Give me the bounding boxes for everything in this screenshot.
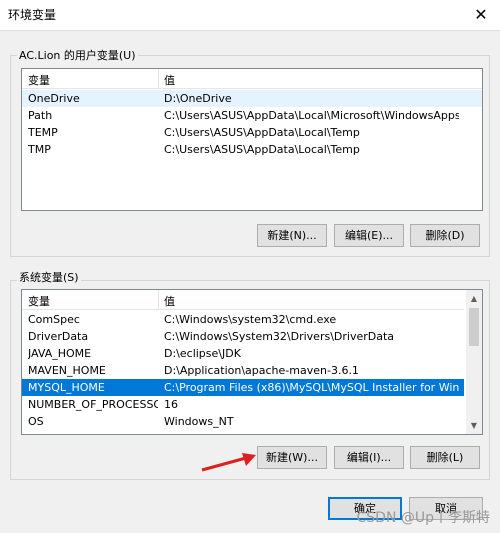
system-new-button[interactable]: 新建(W)... xyxy=(257,446,327,469)
system-variables-list[interactable]: 变量 值 ComSpec C:\Windows\system32\cmd.exe… xyxy=(21,289,483,435)
list-item[interactable]: MAVEN_HOME D:\Application\apache-maven-3… xyxy=(22,362,464,379)
list-item[interactable]: DriverData C:\Windows\System32\Drivers\D… xyxy=(22,328,464,345)
title-bar: 环境变量 ✕ xyxy=(0,0,500,31)
scroll-thumb[interactable] xyxy=(469,308,479,346)
user-variables-list[interactable]: 变量 值 OneDrive D:\OneDrive Path C:\Users\… xyxy=(21,68,483,211)
list-item[interactable]: TEMP C:\Users\ASUS\AppData\Local\Temp xyxy=(22,124,482,141)
variable-name: MYSQL_HOME xyxy=(28,381,105,394)
list-item[interactable]: NUMBER_OF_PROCESSORS 16 xyxy=(22,396,464,413)
list-item[interactable]: TMP C:\Users\ASUS\AppData\Local\Temp xyxy=(22,141,482,158)
variable-value: C:\Program Files (x86)\MySQL\MySQL Insta… xyxy=(164,381,459,394)
column-divider[interactable] xyxy=(158,290,159,309)
variable-name: JAVA_HOME xyxy=(28,347,92,360)
variable-name: MAVEN_HOME xyxy=(28,364,106,377)
variable-value: C:\Users\ASUS\AppData\Local\Temp xyxy=(164,143,360,156)
variable-value: D:\OneDrive xyxy=(164,92,232,105)
user-edit-button[interactable]: 编辑(E)... xyxy=(334,224,404,247)
variable-value: C:\Windows\System32\Drivers\DriverData xyxy=(164,330,395,343)
user-delete-button[interactable]: 删除(D) xyxy=(410,224,480,247)
list-item[interactable]: OneDrive D:\OneDrive xyxy=(22,90,482,107)
variable-name: DriverData xyxy=(28,330,89,343)
environment-variables-dialog: 环境变量 ✕ AC.Lion 的用户变量(U) 变量 值 OneDrive D:… xyxy=(0,0,500,533)
list-header: 变量 值 xyxy=(22,290,464,310)
variable-value: 16 xyxy=(164,398,178,411)
variable-value: D:\eclipse\JDK xyxy=(164,347,241,360)
column-divider[interactable] xyxy=(158,69,159,88)
system-variables-label: 系统变量(S) xyxy=(17,269,81,285)
annotation-arrow-icon xyxy=(201,453,256,472)
variable-value: D:\Application\apache-maven-3.6.1 xyxy=(164,364,359,377)
variable-name: TMP xyxy=(28,143,51,156)
list-item-selected[interactable]: MYSQL_HOME C:\Program Files (x86)\MySQL\… xyxy=(22,379,464,396)
system-delete-button[interactable]: 删除(L) xyxy=(410,446,480,469)
column-header-variable[interactable]: 变量 xyxy=(28,72,50,88)
watermark: CSDN @Up丨李斯特 xyxy=(356,510,491,526)
variable-name: OS xyxy=(28,415,44,428)
variable-name: TEMP xyxy=(28,126,58,139)
scroll-up-icon[interactable]: ▲ xyxy=(466,290,482,307)
variable-value: C:\Windows\system32\cmd.exe xyxy=(164,313,337,326)
variable-name: Path xyxy=(28,109,53,122)
variable-name: ComSpec xyxy=(28,313,80,326)
column-header-value[interactable]: 值 xyxy=(164,293,175,309)
variable-value: Windows_NT xyxy=(164,415,234,428)
window-title: 环境变量 xyxy=(8,8,57,22)
close-icon[interactable]: ✕ xyxy=(470,4,492,26)
list-item[interactable]: ComSpec C:\Windows\system32\cmd.exe xyxy=(22,311,464,328)
user-variables-label: AC.Lion 的用户变量(U) xyxy=(17,47,138,63)
vertical-scrollbar[interactable]: ▲ ▼ xyxy=(466,290,482,434)
list-item[interactable]: Path C:\Users\ASUS\AppData\Local\Microso… xyxy=(22,107,482,124)
column-header-variable[interactable]: 变量 xyxy=(28,293,50,309)
user-new-button[interactable]: 新建(N)... xyxy=(257,224,327,247)
column-header-value[interactable]: 值 xyxy=(164,72,175,88)
list-item[interactable]: JAVA_HOME D:\eclipse\JDK xyxy=(22,345,464,362)
scroll-down-icon[interactable]: ▼ xyxy=(466,417,482,434)
variable-value: C:\Users\ASUS\AppData\Local\Microsoft\Wi… xyxy=(164,109,459,122)
list-item[interactable]: OS Windows_NT xyxy=(22,413,464,430)
variable-name: OneDrive xyxy=(28,92,80,105)
variable-value: C:\Users\ASUS\AppData\Local\Temp xyxy=(164,126,360,139)
variable-name: NUMBER_OF_PROCESSORS xyxy=(28,398,158,411)
system-edit-button[interactable]: 编辑(I)... xyxy=(334,446,404,469)
list-header: 变量 值 xyxy=(22,69,482,89)
